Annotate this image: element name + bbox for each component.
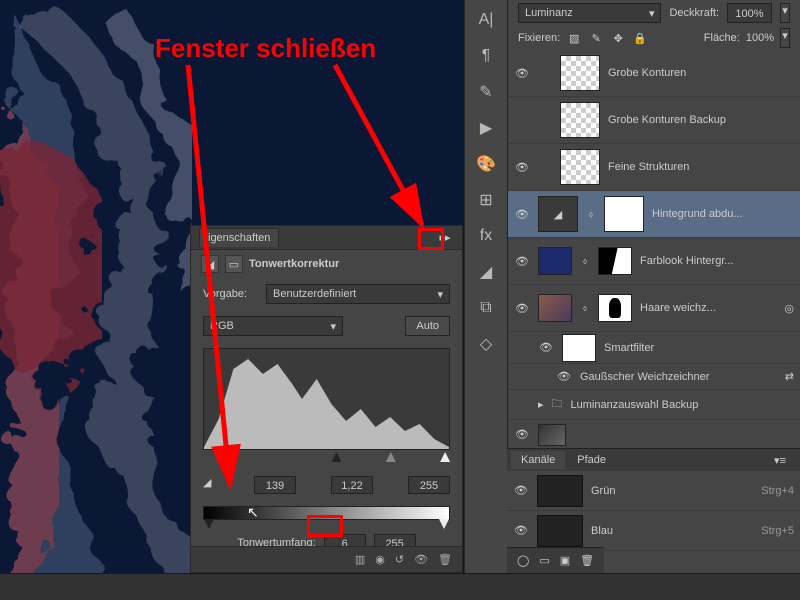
layer-row[interactable]: 👁 Grobe Konturen [508,50,800,97]
eye-icon[interactable]: 👁 [514,208,530,221]
preset-select[interactable]: Benutzerdefiniert▾ [266,284,450,304]
opacity-dropdown[interactable]: ▾ [780,3,790,23]
trash-icon[interactable]: 🗑 [438,553,452,566]
mask-thumb[interactable] [598,294,632,322]
eye-icon[interactable]: 👁 [514,67,530,80]
mask-thumb[interactable] [598,247,632,275]
mask-thumb[interactable] [604,196,644,232]
lock-all-icon[interactable]: 🔒 [632,30,648,46]
layer-row-selected[interactable]: 👁 ◢ ⬨ Hintegrund abdu... [508,191,800,238]
layer-row[interactable]: 👁 Feine Strukturen [508,144,800,191]
channels-panel: Kanäle Pfade ▾≡ 👁 Grün Strg+4 👁 Blau Str… [507,448,800,573]
layer-thumb[interactable] [560,102,600,138]
channel-row[interactable]: 👁 Grün Strg+4 [507,471,800,511]
channel-row[interactable]: 👁 Blau Strg+5 [507,511,800,551]
adjustments-icon[interactable]: ⊞ [468,184,504,216]
channels-icon[interactable]: ⧉ [468,292,504,324]
layers-list: 👁 Grobe Konturen Grobe Konturen Backup 👁… [508,50,800,450]
opacity-input[interactable]: 100% [727,3,772,23]
disclosure-icon[interactable]: ▸ [538,398,544,411]
midtones-slider[interactable] [386,452,396,462]
filter-options-icon[interactable]: ⇄ [785,370,794,383]
eye-icon[interactable]: 👁 [513,524,529,537]
shadows-input[interactable]: 139 [254,476,296,494]
opacity-label: Deckkraft: [669,7,719,19]
link-icon[interactable]: ⬨ [580,303,590,314]
folder-icon: 🗀 [552,395,563,414]
save-selection-icon[interactable]: ▭ [539,554,549,567]
paragraph-icon[interactable]: ¶ [468,40,504,72]
midtones-input[interactable]: 1,22 [331,476,373,494]
eye-icon[interactable]: 👁 [514,255,530,268]
blend-mode-select[interactable]: Luminanz▾ [518,3,661,23]
layer-thumb[interactable] [538,247,572,275]
reset-icon[interactable]: ↺ [395,553,404,566]
brush-icon[interactable]: ✎ [468,76,504,108]
layer-thumb[interactable] [560,149,600,185]
fill-input[interactable]: 100% [746,32,774,44]
layer-row[interactable]: Grobe Konturen Backup [508,97,800,144]
auto-button[interactable]: Auto [405,316,450,336]
visibility-icon[interactable]: 👁 [414,553,428,566]
eye-icon[interactable]: 👁 [514,428,530,441]
highlight-output-low [307,515,343,537]
layer-row[interactable]: ▸ 🗀 Luminanzauswahl Backup [508,390,800,420]
filter-mask-thumb[interactable] [562,334,596,362]
status-bar [0,573,800,600]
play-icon[interactable]: ▶ [468,112,504,144]
eye-icon[interactable]: 👁 [514,161,530,174]
layer-row[interactable]: 👁 Gaußscher Weichzeichner ⇄ [508,364,800,390]
layer-thumb[interactable] [538,294,572,322]
clip-icon[interactable]: ▥ [355,553,365,566]
channel-thumb[interactable] [537,475,583,507]
load-selection-icon[interactable]: ◯ [517,554,529,567]
link-icon[interactable]: ⬨ [580,256,590,267]
eye-icon[interactable]: 👁 [538,341,554,354]
fill-dropdown[interactable]: ▾ [780,28,790,48]
levels-icon[interactable]: ◢ [468,256,504,288]
lock-position-icon[interactable]: ✥ [610,30,626,46]
type-icon[interactable]: A| [468,4,504,36]
lock-pixels-icon[interactable]: ✎ [588,30,604,46]
tool-strip: A| ¶ ✎ ▶ 🎨 ⊞ fx ◢ ⧉ ◇ [464,0,507,573]
layer-thumb[interactable] [538,424,566,446]
eye-icon[interactable]: 👁 [514,302,530,315]
fill-label: Fläche: [704,32,740,44]
channel-thumb[interactable] [537,515,583,547]
paths-tab[interactable]: Pfade [567,451,616,469]
layer-row[interactable]: 👁 ⬨ Farblook Hintergr... [508,238,800,285]
lock-label: Fixieren: [518,32,560,44]
styles-icon[interactable]: fx [468,220,504,252]
shadows-slider[interactable] [331,452,341,462]
highlights-slider[interactable] [440,452,450,462]
channels-footer: ◯ ▭ ▣ 🗑 [507,547,604,573]
adjustment-thumb[interactable]: ◢ [538,196,578,232]
link-icon[interactable]: ⬨ [586,209,596,220]
adjustment-title: Tonwertkorrektur [249,258,339,270]
layer-row[interactable]: 👁 [508,420,800,450]
eye-icon[interactable]: 👁 [556,370,572,383]
smart-object-icon: ◎ [784,302,794,315]
annotation-text: Fenster schließen [155,33,376,64]
cursor-icon: ↖ [247,504,259,521]
highlights-input[interactable]: 255 [408,476,450,494]
layers-panel: Luminanz▾ Deckkraft: 100% ▾ Fixieren: ▨ … [507,0,800,448]
lock-transparency-icon[interactable]: ▨ [566,30,582,46]
swatches-icon[interactable]: 🎨 [468,148,504,180]
eye-icon[interactable]: 👁 [513,484,529,497]
layer-thumb[interactable] [560,55,600,91]
trash-icon[interactable]: 🗑 [580,554,594,567]
properties-footer: ▥ ◉ ↺ 👁 🗑 [191,546,462,572]
new-channel-icon[interactable]: ▣ [560,554,570,567]
prev-state-icon[interactable]: ◉ [375,553,385,566]
layer-row[interactable]: 👁 ⬨ Haare weichz... ◎ [508,285,800,332]
paths-icon[interactable]: ◇ [468,328,504,360]
channels-tab[interactable]: Kanäle [511,451,565,469]
panel-menu-icon[interactable]: ▾≡ [764,451,796,470]
layer-row[interactable]: 👁 Smartfilter [508,332,800,364]
arrow-to-slider [170,60,250,500]
